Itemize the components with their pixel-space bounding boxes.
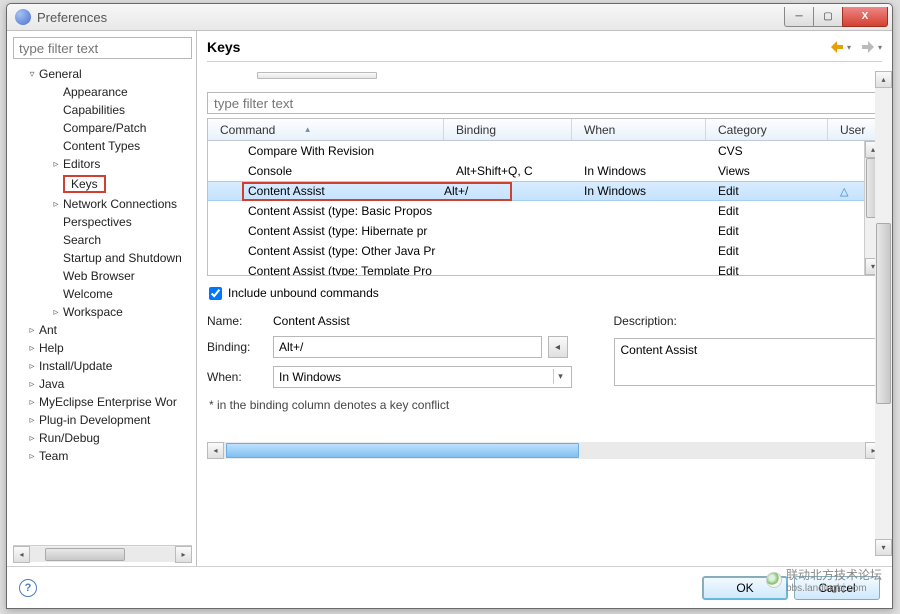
tree-item[interactable]: ▹Run/Debug: [13, 429, 192, 447]
forward-icon[interactable]: [861, 40, 875, 54]
keybindings-table: Command▴ Binding When Category User Comp…: [207, 118, 882, 276]
tree-item[interactable]: Content Types: [13, 137, 192, 155]
tree-item[interactable]: ▹Plug-in Development: [13, 411, 192, 429]
col-user[interactable]: User: [828, 119, 881, 140]
tree-item[interactable]: ▹Ant: [13, 321, 192, 339]
description-label: Description:: [614, 314, 883, 328]
tree-item[interactable]: ▹Team: [13, 447, 192, 465]
tree-filter-input[interactable]: [13, 37, 192, 59]
table-row[interactable]: Content AssistAlt+/In WindowsEdit△: [208, 181, 864, 201]
window-title: Preferences: [37, 10, 785, 25]
table-row[interactable]: Content Assist (type: Other Java PrEdit: [208, 241, 864, 261]
tree-item[interactable]: Welcome: [13, 285, 192, 303]
sidebar: ▿GeneralAppearanceCapabilitiesCompare/Pa…: [7, 31, 197, 566]
preferences-tree[interactable]: ▿GeneralAppearanceCapabilitiesCompare/Pa…: [13, 65, 192, 541]
content-hscroll[interactable]: ◂ ▸: [207, 442, 882, 459]
tree-item[interactable]: ▹MyEclipse Enterprise Wor: [13, 393, 192, 411]
table-row[interactable]: Content Assist (type: Basic ProposEdit: [208, 201, 864, 221]
tree-item[interactable]: ▹Editors: [13, 155, 192, 173]
description-box: Content Assist: [614, 338, 883, 386]
table-row[interactable]: ConsoleAlt+Shift+Q, CIn WindowsViews: [208, 161, 864, 181]
scroll-thumb[interactable]: [45, 548, 125, 561]
name-label: Name:: [207, 314, 267, 328]
ok-button[interactable]: OK: [702, 576, 788, 600]
back-icon[interactable]: [830, 40, 844, 54]
table-row[interactable]: Content Assist (type: Hibernate prEdit: [208, 221, 864, 241]
tree-item[interactable]: Web Browser: [13, 267, 192, 285]
tree-item[interactable]: ▹Network Connections: [13, 195, 192, 213]
tree-item[interactable]: ▹Help: [13, 339, 192, 357]
app-icon: [15, 9, 31, 25]
when-label: When:: [207, 370, 267, 384]
tree-item[interactable]: ▹Java: [13, 375, 192, 393]
include-unbound-input[interactable]: [209, 287, 222, 300]
col-command[interactable]: Command▴: [208, 119, 444, 140]
table-row[interactable]: Content Assist (type: Template ProEdit: [208, 261, 864, 275]
binding-input[interactable]: [273, 336, 542, 358]
tree-item[interactable]: Search: [13, 231, 192, 249]
scroll-thumb[interactable]: [226, 443, 579, 458]
table-row[interactable]: Compare With RevisionCVS: [208, 141, 864, 161]
maximize-button[interactable]: ▢: [813, 7, 843, 27]
minimize-button[interactable]: ─: [784, 7, 814, 27]
scheme-scroll[interactable]: [257, 72, 377, 79]
preferences-window: Preferences ─ ▢ X ▿GeneralAppearanceCapa…: [6, 3, 893, 609]
tree-item[interactable]: ▿General: [13, 65, 192, 83]
sidebar-hscroll[interactable]: ◂ ▸: [13, 545, 192, 562]
content-pane: Keys ▾ ▾ Command▴ Binding When Category: [197, 31, 892, 566]
tree-item[interactable]: ▹Install/Update: [13, 357, 192, 375]
titlebar[interactable]: Preferences ─ ▢ X: [7, 4, 892, 31]
when-select[interactable]: [273, 366, 572, 388]
scroll-thumb[interactable]: [876, 223, 891, 403]
content-vscroll[interactable]: ▴ ▾: [875, 71, 892, 556]
close-button[interactable]: X: [842, 7, 888, 27]
tree-item[interactable]: Perspectives: [13, 213, 192, 231]
dialog-footer: ? OK Cancel: [7, 566, 892, 608]
scroll-left-icon[interactable]: ◂: [13, 546, 30, 563]
col-category[interactable]: Category: [706, 119, 828, 140]
tree-item[interactable]: Capabilities: [13, 101, 192, 119]
chevron-down-icon[interactable]: ▾: [553, 369, 568, 384]
tree-item[interactable]: Startup and Shutdown: [13, 249, 192, 267]
col-when[interactable]: When: [572, 119, 706, 140]
binding-label: Binding:: [207, 340, 267, 354]
tree-item[interactable]: ▹Workspace: [13, 303, 192, 321]
tree-item[interactable]: Compare/Patch: [13, 119, 192, 137]
include-unbound-checkbox[interactable]: Include unbound commands: [209, 286, 882, 300]
tree-item[interactable]: Appearance: [13, 83, 192, 101]
tree-item[interactable]: Keys: [13, 173, 192, 195]
conflict-note: * in the binding column denotes a key co…: [209, 398, 882, 412]
col-binding[interactable]: Binding: [444, 119, 572, 140]
scroll-right-icon[interactable]: ▸: [175, 546, 192, 563]
page-title: Keys: [207, 39, 830, 55]
command-filter-input[interactable]: [207, 92, 882, 114]
help-icon[interactable]: ?: [19, 579, 37, 597]
cancel-button[interactable]: Cancel: [794, 576, 880, 600]
name-value: Content Assist: [273, 314, 542, 328]
clear-binding-button[interactable]: ◂: [548, 336, 568, 358]
